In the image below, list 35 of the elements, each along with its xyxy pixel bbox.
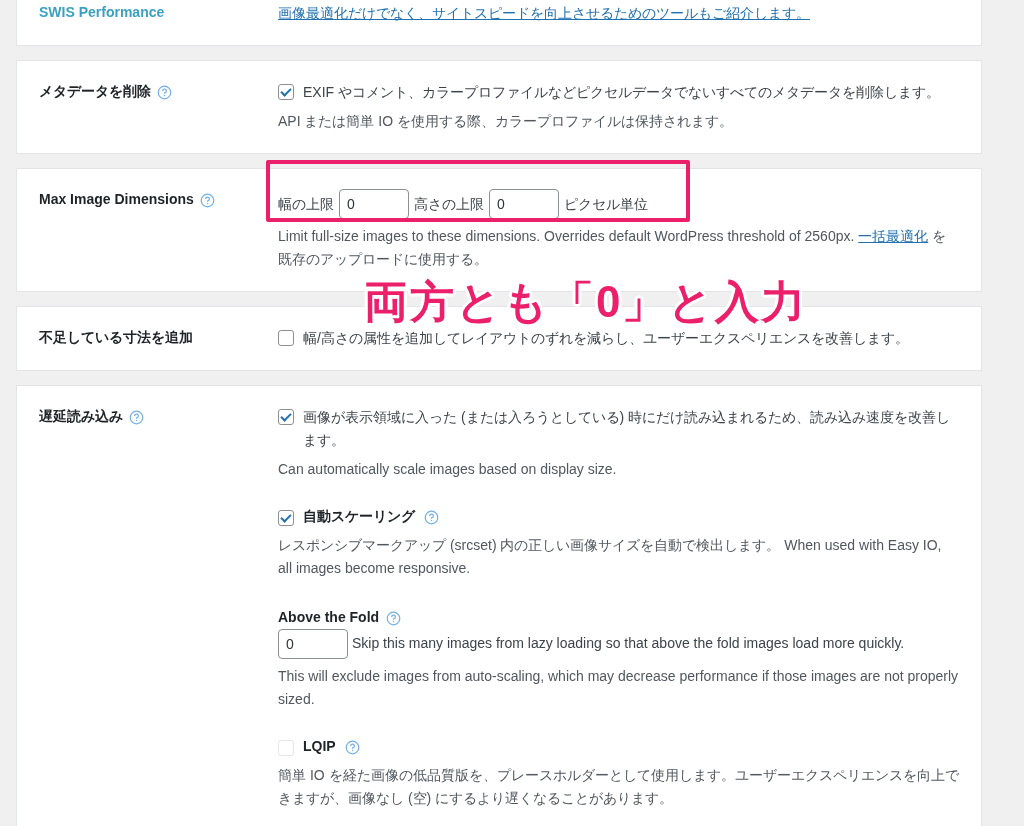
option-label: LQIP bbox=[303, 737, 336, 756]
width-label: 幅の上限 bbox=[278, 194, 334, 214]
checkbox-label: 画像が表示領域に入った (または入ろうとしている) 時にだけ読み込まれるため、読み込み速度を改善します。 bbox=[303, 408, 952, 450]
description-text: レスポンシブマークアップ (srcset) 内の正しい画像サイズを自動で検出します。 When used with Easy IO, all images become responsive. bbox=[278, 536, 943, 578]
info-link[interactable]: 画像最適化だけでなく、サイトスピードを向上させるためのツールもご紹介します。 bbox=[278, 5, 810, 21]
height-label: 高さの上限 bbox=[414, 194, 484, 214]
checkbox[interactable] bbox=[278, 510, 294, 526]
help-icon[interactable] bbox=[129, 410, 144, 425]
help-icon[interactable] bbox=[157, 85, 172, 100]
checkbox-label: EXIF やコメント、カラープロファイルなどピクセルデータでないすべてのメタデータを削除します。 bbox=[303, 83, 941, 102]
setting-label: Max Image Dimensions bbox=[39, 191, 194, 207]
description-text: 簡単 IO を経た画像の低品質版を、プレースホルダーとして使用します。ユーザーエクスペリエンスを向上できますが、画像なし (空) にするより遅くなることがあります。 bbox=[278, 766, 959, 808]
bulk-optimize-link[interactable]: 一括最適化 bbox=[858, 228, 929, 244]
help-icon[interactable] bbox=[199, 193, 215, 208]
checkbox-label: 幅/高さの属性を追加してレイアウトのずれを減らし、ユーザーエクスペリエンスを改善します。 bbox=[303, 329, 910, 348]
setting-label: 不足している寸法を追加 bbox=[39, 329, 193, 347]
checkbox[interactable] bbox=[278, 409, 294, 425]
description-text: API または簡単 IO を使用する際、カラープロファイルは保持されます。 bbox=[278, 112, 734, 131]
field-description: Skip this many images from lazy loading so that above the fold images load more quickly. bbox=[352, 634, 905, 651]
description-text: This will exclude images from auto-scaling, which may decrease performance if those images are not properly sized. bbox=[278, 667, 959, 709]
unit-label: ピクセル単位 bbox=[564, 194, 648, 214]
description-text: Limit full-size images to these dimensions. Overrides default WordPress threshold of 2560px. 一括最適化 を既存のアップロードに使用する。 bbox=[278, 227, 948, 269]
option-label: 自動スケーリング bbox=[303, 507, 415, 526]
annotation-caption: 両方とも「0」と入力 bbox=[364, 280, 808, 324]
number-input[interactable]: 0 bbox=[278, 629, 348, 659]
setting-label: メタデータを削除 bbox=[39, 83, 151, 101]
checkbox[interactable] bbox=[278, 84, 294, 100]
checkbox[interactable] bbox=[278, 330, 294, 346]
description-text: Can automatically scale images based on display size. bbox=[278, 460, 618, 479]
height-input[interactable]: 0 bbox=[489, 189, 559, 219]
help-icon[interactable] bbox=[424, 510, 439, 525]
width-input[interactable]: 0 bbox=[339, 189, 409, 219]
help-icon[interactable] bbox=[386, 611, 402, 626]
setting-label: 遅延読み込み bbox=[39, 408, 123, 426]
option-label: Above the Fold bbox=[278, 608, 380, 627]
